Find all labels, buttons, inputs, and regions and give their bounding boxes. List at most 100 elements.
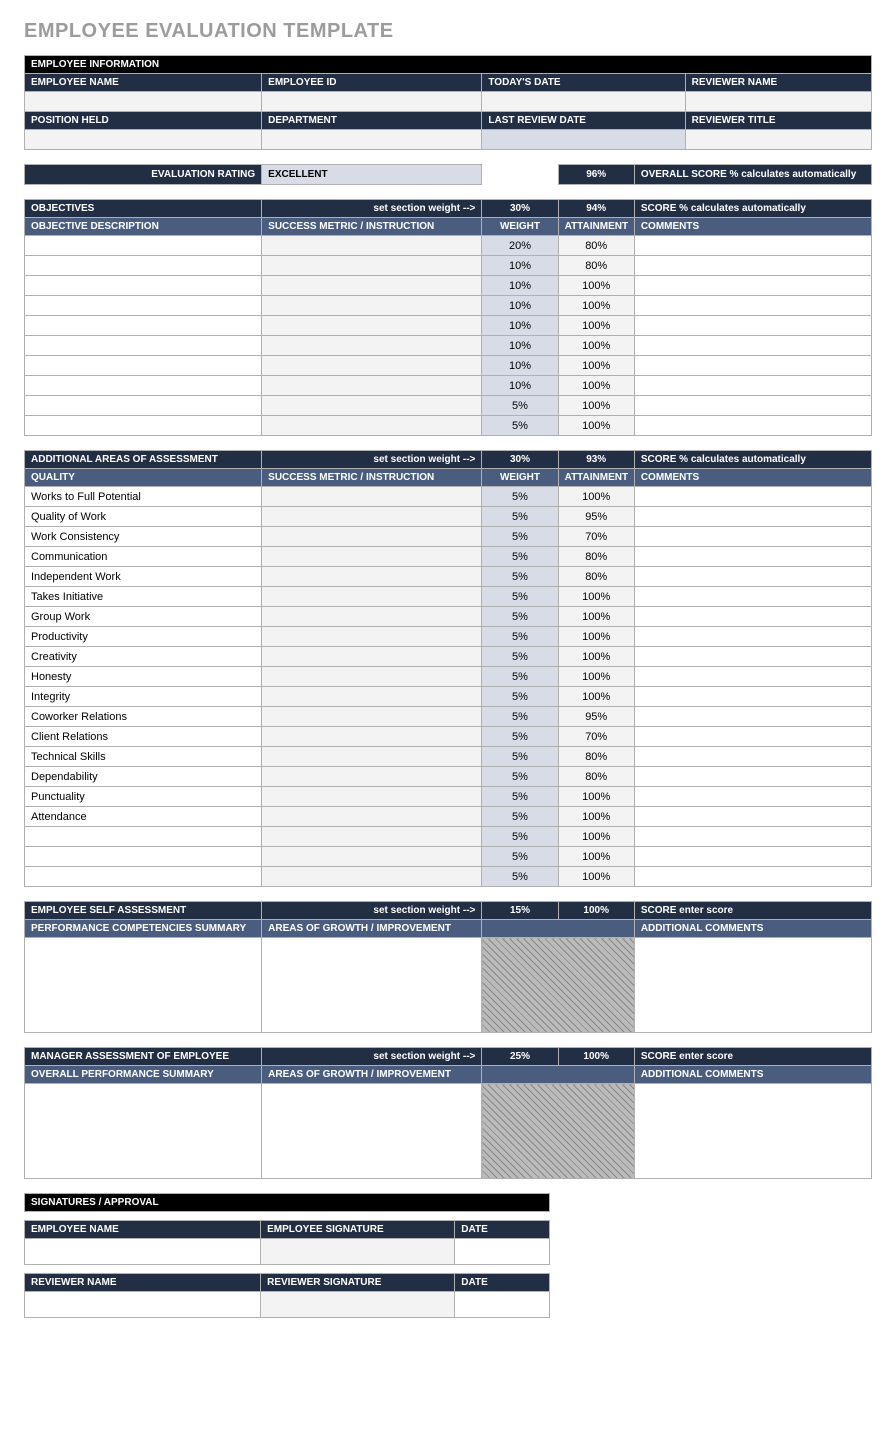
assess-attain-cell[interactable]: 100% [558,667,634,687]
quality-cell[interactable]: Client Relations [25,727,262,747]
assess-weight-cell[interactable]: 5% [482,827,558,847]
objective-attain-cell[interactable]: 100% [558,376,634,396]
quality-cell[interactable]: Independent Work [25,567,262,587]
assess-attain-cell[interactable]: 100% [558,847,634,867]
objective-metric-cell[interactable] [262,276,482,296]
manager-comments-field[interactable] [634,1084,871,1179]
assess-comments-cell[interactable] [634,847,871,867]
quality-cell[interactable] [25,847,262,867]
position-field[interactable] [25,130,262,150]
assess-metric-cell[interactable] [262,687,482,707]
last-review-field[interactable] [482,130,685,150]
self-score-pct[interactable]: 100% [558,902,634,920]
objective-desc-cell[interactable] [25,296,262,316]
assess-metric-cell[interactable] [262,787,482,807]
assess-comments-cell[interactable] [634,707,871,727]
quality-cell[interactable]: Technical Skills [25,747,262,767]
objective-weight-cell[interactable]: 10% [482,296,558,316]
sig-emp-date-field[interactable] [455,1239,549,1265]
assess-attain-cell[interactable]: 80% [558,567,634,587]
sig-rev-date-field[interactable] [455,1292,549,1318]
assess-metric-cell[interactable] [262,747,482,767]
assess-comments-cell[interactable] [634,487,871,507]
self-comments-field[interactable] [634,938,871,1033]
objective-weight-cell[interactable]: 10% [482,376,558,396]
assess-weight-cell[interactable]: 5% [482,487,558,507]
assess-comments-cell[interactable] [634,527,871,547]
assess-attain-cell[interactable]: 100% [558,827,634,847]
objective-attain-cell[interactable]: 80% [558,236,634,256]
sig-emp-name-field[interactable] [25,1239,261,1265]
objective-desc-cell[interactable] [25,376,262,396]
assess-weight-cell[interactable]: 5% [482,767,558,787]
manager-score-pct[interactable]: 100% [558,1048,634,1066]
assess-attain-cell[interactable]: 100% [558,687,634,707]
objective-attain-cell[interactable]: 100% [558,316,634,336]
objective-desc-cell[interactable] [25,256,262,276]
assess-metric-cell[interactable] [262,627,482,647]
objective-desc-cell[interactable] [25,336,262,356]
employee-id-field[interactable] [262,92,482,112]
assess-comments-cell[interactable] [634,867,871,887]
assess-metric-cell[interactable] [262,727,482,747]
quality-cell[interactable]: Integrity [25,687,262,707]
objective-comments-cell[interactable] [634,376,871,396]
assess-metric-cell[interactable] [262,507,482,527]
assess-weight-cell[interactable]: 5% [482,687,558,707]
assess-metric-cell[interactable] [262,867,482,887]
objective-comments-cell[interactable] [634,336,871,356]
quality-cell[interactable] [25,827,262,847]
department-field[interactable] [262,130,482,150]
assess-weight-cell[interactable]: 5% [482,707,558,727]
quality-cell[interactable]: Takes Initiative [25,587,262,607]
reviewer-name-field[interactable] [685,92,871,112]
assess-attain-cell[interactable]: 95% [558,707,634,727]
objective-comments-cell[interactable] [634,276,871,296]
assess-metric-cell[interactable] [262,607,482,627]
assess-weight-cell[interactable]: 5% [482,747,558,767]
assess-attain-cell[interactable]: 100% [558,627,634,647]
objective-metric-cell[interactable] [262,296,482,316]
objective-comments-cell[interactable] [634,396,871,416]
assess-attain-cell[interactable]: 100% [558,807,634,827]
objective-metric-cell[interactable] [262,236,482,256]
assess-metric-cell[interactable] [262,847,482,867]
assess-attain-cell[interactable]: 100% [558,867,634,887]
assess-metric-cell[interactable] [262,667,482,687]
assess-attain-cell[interactable]: 100% [558,587,634,607]
assess-comments-cell[interactable] [634,807,871,827]
objective-attain-cell[interactable]: 100% [558,416,634,436]
assess-comments-cell[interactable] [634,787,871,807]
assess-attain-cell[interactable]: 80% [558,747,634,767]
assess-metric-cell[interactable] [262,707,482,727]
assess-attain-cell[interactable]: 70% [558,727,634,747]
assess-comments-cell[interactable] [634,647,871,667]
assess-attain-cell[interactable]: 100% [558,487,634,507]
objective-weight-cell[interactable]: 5% [482,396,558,416]
assess-metric-cell[interactable] [262,807,482,827]
objective-comments-cell[interactable] [634,236,871,256]
assess-attain-cell[interactable]: 100% [558,647,634,667]
objective-attain-cell[interactable]: 80% [558,256,634,276]
assess-attain-cell[interactable]: 70% [558,527,634,547]
quality-cell[interactable] [25,867,262,887]
objective-weight-cell[interactable]: 5% [482,416,558,436]
objective-desc-cell[interactable] [25,396,262,416]
quality-cell[interactable]: Communication [25,547,262,567]
assess-weight-cell[interactable]: 5% [482,567,558,587]
assess-comments-cell[interactable] [634,827,871,847]
assess-metric-cell[interactable] [262,767,482,787]
manager-weight-pct[interactable]: 25% [482,1048,558,1066]
assess-weight-cell[interactable]: 5% [482,547,558,567]
assess-weight-cell[interactable]: 5% [482,667,558,687]
objective-metric-cell[interactable] [262,316,482,336]
assess-comments-cell[interactable] [634,747,871,767]
objective-metric-cell[interactable] [262,356,482,376]
quality-cell[interactable]: Creativity [25,647,262,667]
assess-weight-cell[interactable]: 5% [482,867,558,887]
assess-weight-cell[interactable]: 5% [482,627,558,647]
assess-attain-cell[interactable]: 100% [558,787,634,807]
assess-comments-cell[interactable] [634,587,871,607]
objective-attain-cell[interactable]: 100% [558,276,634,296]
objective-desc-cell[interactable] [25,236,262,256]
